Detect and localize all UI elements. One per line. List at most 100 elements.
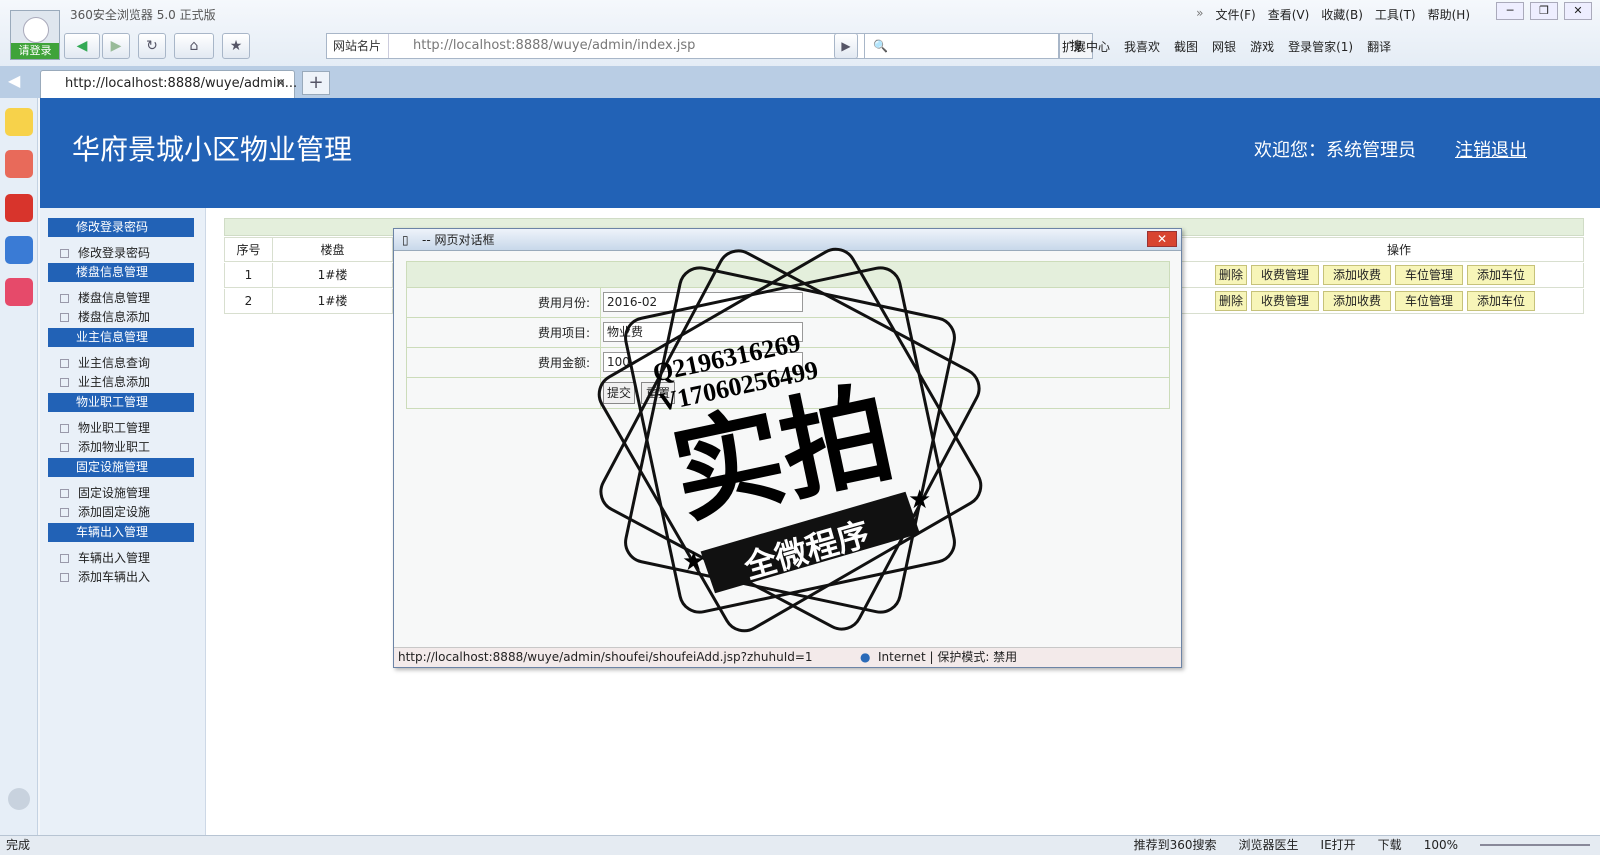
nav-item-owner-add[interactable]: 业主信息添加 xyxy=(60,373,150,390)
toolbar-extensions[interactable]: 扩展中心 xyxy=(1062,38,1110,55)
status-zone: Internet | 保护模式: 禁用 xyxy=(878,650,1018,664)
menu-file[interactable]: 文件(F) xyxy=(1215,6,1255,23)
fee-add-button[interactable]: 添加收费 xyxy=(1323,265,1391,285)
dialog-close-button[interactable]: ✕ xyxy=(1147,231,1177,247)
nav-item-vehicle-add[interactable]: 添加车辆出入 xyxy=(60,568,150,585)
nav-item-owner-query[interactable]: 业主信息查询 xyxy=(60,354,150,371)
minimize-button[interactable]: ─ xyxy=(1496,2,1524,20)
nav-head-facility[interactable]: 固定设施管理 xyxy=(48,458,194,477)
refresh-icon: ↻ xyxy=(146,38,158,54)
parking-add-button[interactable]: 添加车位 xyxy=(1467,291,1535,311)
login-button[interactable]: 请登录 xyxy=(11,43,59,59)
toolbar-screenshot[interactable]: 截图 xyxy=(1174,38,1198,55)
parking-manage-button[interactable]: 车位管理 xyxy=(1395,265,1463,285)
user-avatar[interactable]: 请登录 xyxy=(10,10,60,60)
home-button[interactable]: ⌂ xyxy=(174,33,214,59)
address-bar[interactable]: 网站名片 http://localhost:8888/wuye/admin/in… xyxy=(326,33,881,59)
nav-head-building[interactable]: 楼盘信息管理 xyxy=(48,263,194,282)
nav-head-password[interactable]: 修改登录密码 xyxy=(48,218,194,237)
delete-button[interactable]: 删除 xyxy=(1215,291,1247,311)
nav-item-building-add[interactable]: 楼盘信息添加 xyxy=(60,308,150,325)
toolbar-translate[interactable]: 翻译 xyxy=(1367,38,1391,55)
home-icon: ⌂ xyxy=(189,38,199,54)
mobile-icon[interactable] xyxy=(5,236,33,264)
toolbar-games[interactable]: 游戏 xyxy=(1250,38,1274,55)
cell-no: 2 xyxy=(225,289,273,313)
nav-item-staff-manage[interactable]: 物业职工管理 xyxy=(60,419,150,436)
delete-button[interactable]: 删除 xyxy=(1215,265,1247,285)
parking-manage-button[interactable]: 车位管理 xyxy=(1395,291,1463,311)
menu-tools[interactable]: 工具(T) xyxy=(1375,6,1416,23)
go-button[interactable]: ▶ xyxy=(834,33,858,59)
page-title: 华府景城小区物业管理 xyxy=(72,133,353,166)
nav-head-vehicle[interactable]: 车辆出入管理 xyxy=(48,523,194,542)
status-recommend[interactable]: 推荐到360搜索 xyxy=(1134,836,1217,855)
weibo-icon[interactable] xyxy=(5,194,33,222)
tab-admin[interactable]: http://localhost:8888/wuye/admin... × xyxy=(40,70,298,98)
maximize-button[interactable]: ❐ xyxy=(1530,2,1558,20)
tab-close-icon[interactable]: × xyxy=(275,71,286,97)
cell-building: 1#楼 xyxy=(273,263,393,287)
dialog-status-bar: http://localhost:8888/wuye/admin/shoufei… xyxy=(394,647,1181,667)
nav-item-building-manage[interactable]: 楼盘信息管理 xyxy=(60,289,150,306)
toolbar-bank[interactable]: 网银 xyxy=(1212,38,1236,55)
new-tab-button[interactable]: + xyxy=(302,71,330,95)
app-title: 360安全浏览器 5.0 正式版 xyxy=(70,8,216,22)
back-arrow-icon: ◀ xyxy=(76,38,88,54)
nav-item-facility-manage[interactable]: 固定设施管理 xyxy=(60,484,150,501)
dialog-title-text: -- 网页对话框 xyxy=(422,233,495,247)
sidebar-toggle-icon[interactable]: ◀ xyxy=(8,71,20,90)
refresh-button[interactable]: ↻ xyxy=(138,33,166,59)
menu-view[interactable]: 查看(V) xyxy=(1268,6,1310,23)
fee-manage-button[interactable]: 收费管理 xyxy=(1251,265,1319,285)
parking-add-button[interactable]: 添加车位 xyxy=(1467,265,1535,285)
cell-no: 1 xyxy=(225,263,273,287)
tab-title: http://localhost:8888/wuye/admin... xyxy=(65,76,298,91)
favorite-button[interactable]: ★ xyxy=(222,33,250,59)
search-input[interactable]: 🔍 xyxy=(864,33,1059,59)
news-icon[interactable] xyxy=(5,150,33,178)
cell-building: 1#楼 xyxy=(273,289,393,313)
welcome-text: 欢迎您：系统管理员 xyxy=(1254,140,1416,161)
forward-button[interactable]: ▶ xyxy=(102,33,130,59)
menu-help[interactable]: 帮助(H) xyxy=(1428,6,1470,23)
address-input[interactable]: http://localhost:8888/wuye/admin/index.j… xyxy=(413,34,695,58)
star-icon: ★ xyxy=(229,38,243,54)
nav-item-staff-add[interactable]: 添加物业职工 xyxy=(60,438,150,455)
menu-favorites[interactable]: 收藏(B) xyxy=(1321,6,1363,23)
status-tools: 推荐到360搜索 浏览器医生 IE打开 下载 100% xyxy=(1134,836,1590,855)
fee-manage-button[interactable]: 收费管理 xyxy=(1251,291,1319,311)
col-header-no: 序号 xyxy=(225,238,273,262)
nav-item-change-password[interactable]: 修改登录密码 xyxy=(60,244,150,261)
nav-head-staff[interactable]: 物业职工管理 xyxy=(48,393,194,412)
logout-link[interactable]: 注销退出 xyxy=(1455,136,1527,162)
toolbar-login-manager[interactable]: 登录管家(1) xyxy=(1288,38,1353,55)
status-download[interactable]: 下载 xyxy=(1378,836,1402,855)
nav-item-vehicle-manage[interactable]: 车辆出入管理 xyxy=(60,549,150,566)
star-icon: ★ xyxy=(682,547,705,577)
toolbar-like[interactable]: 我喜欢 xyxy=(1124,38,1160,55)
back-button[interactable]: ◀ xyxy=(64,33,100,59)
nav-item-facility-add[interactable]: 添加固定设施 xyxy=(60,503,150,520)
window-controls: ─ ❐ ✕ xyxy=(1496,2,1592,20)
col-header-building: 楼盘 xyxy=(273,238,393,262)
status-doctor[interactable]: 浏览器医生 xyxy=(1239,836,1299,855)
mail-icon[interactable] xyxy=(5,278,33,306)
zoom-slider[interactable] xyxy=(1480,836,1590,846)
browser-toolbar: 扩展中心 我喜欢 截图 网银 游戏 登录管家(1) 翻译 xyxy=(1062,38,1391,55)
globe-icon: ● xyxy=(860,650,871,664)
tab-strip: ◀ http://localhost:8888/wuye/admin... × … xyxy=(0,66,1600,98)
settings-gear-icon[interactable] xyxy=(8,788,30,810)
play-icon: ▶ xyxy=(841,39,851,53)
fee-add-button[interactable]: 添加收费 xyxy=(1323,291,1391,311)
zoom-level[interactable]: 100% xyxy=(1424,836,1458,855)
site-card-button[interactable]: 网站名片 xyxy=(327,34,389,58)
chevron-right-icon[interactable]: » xyxy=(1196,6,1203,23)
nav-head-owner[interactable]: 业主信息管理 xyxy=(48,328,194,347)
favorites-star-icon[interactable] xyxy=(5,108,33,136)
buttons-label-cell xyxy=(407,378,601,408)
status-ie-open[interactable]: IE打开 xyxy=(1321,836,1356,855)
star-icon: ★ xyxy=(908,485,931,515)
month-label: 费用月份: xyxy=(407,288,601,317)
close-window-button[interactable]: ✕ xyxy=(1564,2,1592,20)
